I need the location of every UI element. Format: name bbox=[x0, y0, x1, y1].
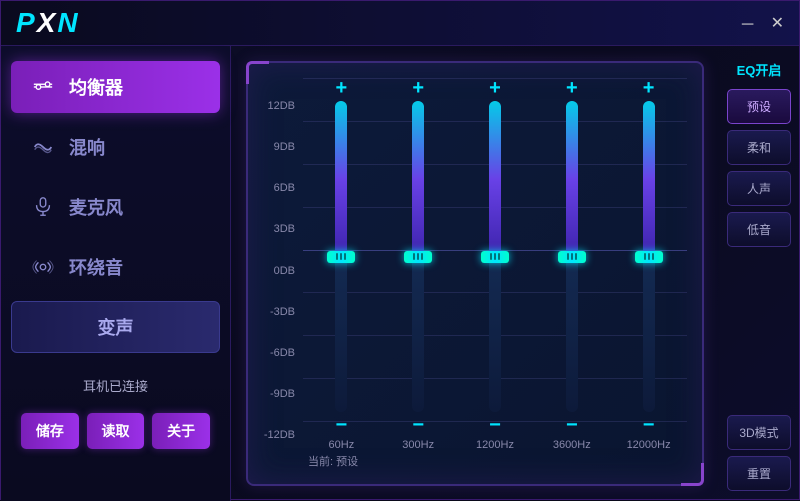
about-button[interactable]: 关于 bbox=[152, 413, 210, 449]
band-60hz-plus[interactable]: + bbox=[336, 78, 348, 98]
sidebar-item-microphone[interactable]: 麦克风 bbox=[11, 181, 220, 233]
band-300hz-minus[interactable]: − bbox=[412, 415, 424, 435]
band-12000hz-plus[interactable]: + bbox=[643, 78, 655, 98]
db-label-6: 6DB bbox=[263, 182, 295, 194]
band-3600hz-track[interactable] bbox=[566, 101, 578, 412]
eq-band-300hz: + bbox=[380, 78, 457, 451]
band-300hz-label: 300Hz bbox=[402, 439, 434, 451]
band-1200hz-label: 1200Hz bbox=[476, 439, 514, 451]
db-label-0: 0DB bbox=[263, 265, 295, 277]
eq-icon bbox=[29, 73, 57, 101]
eq-band-3600hz: + bbox=[533, 78, 610, 451]
band-12000hz-handle[interactable] bbox=[635, 251, 663, 263]
title-controls: － ✕ bbox=[740, 11, 784, 35]
sidebar-item-reverb[interactable]: 混响 bbox=[11, 121, 220, 173]
band-1200hz-minus[interactable]: − bbox=[489, 415, 501, 435]
mic-icon bbox=[29, 193, 57, 221]
band-12000hz-label: 12000Hz bbox=[627, 439, 671, 451]
sidebar-item-equalizer[interactable]: 均衡器 bbox=[11, 61, 220, 113]
eq-band-60hz: + bbox=[303, 78, 380, 451]
load-button[interactable]: 读取 bbox=[87, 413, 145, 449]
eq-band-12000hz: + bbox=[610, 78, 687, 451]
sidebar-label-voice: 变声 bbox=[98, 314, 134, 340]
right-panel: EQ开启 预设 柔和 人声 低音 3D模式 重置 bbox=[719, 46, 799, 501]
connection-status: 耳机已连接 bbox=[11, 371, 220, 400]
band-1200hz-plus[interactable]: + bbox=[489, 78, 501, 98]
eq-toggle-label: EQ开启 bbox=[727, 56, 791, 83]
band-60hz-minus[interactable]: − bbox=[336, 415, 348, 435]
title-bar: PXN － ✕ bbox=[1, 1, 799, 46]
band-300hz-handle[interactable] bbox=[404, 251, 432, 263]
app-logo: PXN bbox=[16, 7, 80, 39]
band-1200hz-handle[interactable] bbox=[481, 251, 509, 263]
sidebar-item-surround[interactable]: 环绕音 bbox=[11, 241, 220, 293]
sidebar-label-microphone: 麦克风 bbox=[69, 194, 123, 220]
eq-container: 12DB 9DB 6DB 3DB 0DB -3DB -6DB -9DB -12D… bbox=[246, 61, 704, 486]
band-300hz-track[interactable] bbox=[412, 101, 424, 412]
db-label-n9: -9DB bbox=[263, 388, 295, 400]
sidebar-label-surround: 环绕音 bbox=[69, 254, 123, 280]
db-label-9: 9DB bbox=[263, 141, 295, 153]
main-layout: 均衡器 混响 bbox=[1, 46, 799, 501]
eq-bands-row: + bbox=[303, 78, 687, 451]
sidebar-item-voice[interactable]: 变声 bbox=[11, 301, 220, 353]
preset-button-rensheng[interactable]: 人声 bbox=[727, 171, 791, 206]
eq-inner: 12DB 9DB 6DB 3DB 0DB -3DB -6DB -9DB -12D… bbox=[263, 78, 687, 469]
band-3600hz-plus[interactable]: + bbox=[566, 78, 578, 98]
reset-button[interactable]: 重置 bbox=[727, 456, 791, 491]
center-panel: 12DB 9DB 6DB 3DB 0DB -3DB -6DB -9DB -12D… bbox=[231, 46, 719, 501]
db-label-3: 3DB bbox=[263, 223, 295, 235]
band-12000hz-track[interactable] bbox=[643, 101, 655, 412]
db-label-12: 12DB bbox=[263, 100, 295, 112]
band-1200hz-track[interactable] bbox=[489, 101, 501, 412]
band-3600hz-minus[interactable]: − bbox=[566, 415, 578, 435]
app-window: PXN － ✕ 均衡器 bbox=[0, 0, 800, 500]
db-label-n6: -6DB bbox=[263, 347, 295, 359]
close-button[interactable]: ✕ bbox=[771, 13, 784, 33]
db-label-n12: -12DB bbox=[263, 429, 295, 441]
preset-button-yushe[interactable]: 预设 bbox=[727, 89, 791, 124]
db-label-n3: -3DB bbox=[263, 306, 295, 318]
sliders-area: + bbox=[303, 78, 687, 469]
surround-icon bbox=[29, 253, 57, 281]
reverb-icon bbox=[29, 133, 57, 161]
minimize-button[interactable]: － bbox=[740, 11, 756, 35]
band-3600hz-handle[interactable] bbox=[558, 251, 586, 263]
band-3600hz-label: 3600Hz bbox=[553, 439, 591, 451]
current-preset-label: 当前: 预设 bbox=[303, 453, 687, 469]
sidebar-label-equalizer: 均衡器 bbox=[69, 74, 123, 100]
db-labels: 12DB 9DB 6DB 3DB 0DB -3DB -6DB -9DB -12D… bbox=[263, 78, 303, 469]
sidebar-label-reverb: 混响 bbox=[69, 134, 105, 160]
sidebar-buttons: 储存 读取 关于 bbox=[11, 413, 220, 449]
preset-button-rouhe[interactable]: 柔和 bbox=[727, 130, 791, 165]
sidebar: 均衡器 混响 bbox=[1, 46, 231, 501]
band-60hz-handle[interactable] bbox=[327, 251, 355, 263]
band-60hz-label: 60Hz bbox=[329, 439, 355, 451]
save-button[interactable]: 储存 bbox=[21, 413, 79, 449]
band-60hz-track[interactable] bbox=[335, 101, 347, 412]
preset-button-diyin[interactable]: 低音 bbox=[727, 212, 791, 247]
mode-3d-button[interactable]: 3D模式 bbox=[727, 415, 791, 450]
band-300hz-plus[interactable]: + bbox=[412, 78, 424, 98]
band-12000hz-minus[interactable]: − bbox=[643, 415, 655, 435]
eq-band-1200hz: + bbox=[457, 78, 534, 451]
